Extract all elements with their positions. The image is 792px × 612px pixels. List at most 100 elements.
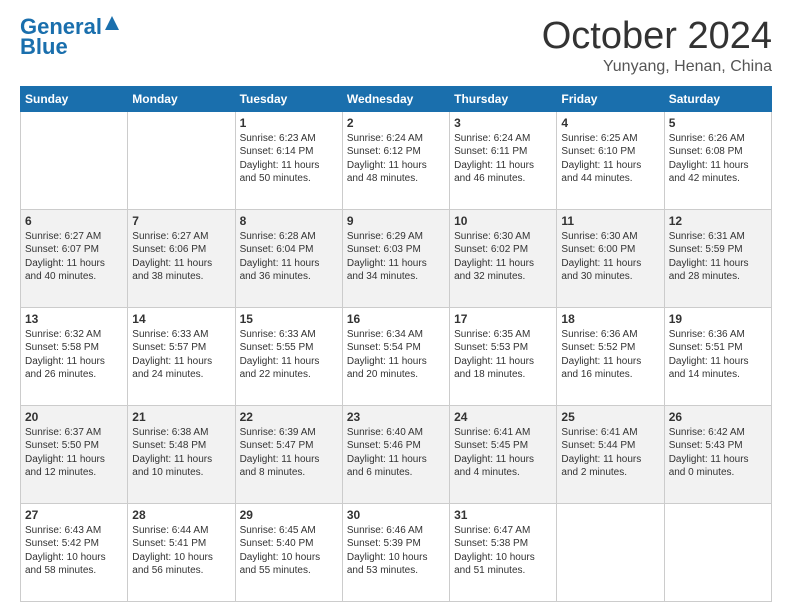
day-info: Sunrise: 6:30 AM Sunset: 6:00 PM Dayligh…	[561, 230, 659, 284]
day-info: Sunrise: 6:38 AM Sunset: 5:48 PM Dayligh…	[132, 426, 230, 480]
table-row: 4 Sunrise: 6:25 AM Sunset: 6:10 PM Daylig…	[557, 111, 664, 209]
logo-triangle-icon	[105, 16, 119, 35]
day-number: 8	[240, 214, 338, 228]
col-tuesday: Tuesday	[235, 86, 342, 111]
table-row: 13Sunrise: 6:32 AM Sunset: 5:58 PM Dayli…	[21, 307, 128, 405]
day-number: 21	[132, 410, 230, 424]
table-row: 5 Sunrise: 6:26 AM Sunset: 6:08 PM Daylig…	[664, 111, 771, 209]
day-number: 24	[454, 410, 552, 424]
table-row: 12 Sunrise: 6:31 AM Sunset: 5:59 PM Dayli…	[664, 209, 771, 307]
day-info: Sunrise: 6:42 AM Sunset: 5:43 PM Dayligh…	[669, 426, 767, 480]
day-info: Sunrise: 6:27 AM Sunset: 6:07 PM Dayligh…	[25, 230, 123, 284]
table-row: 6Sunrise: 6:27 AM Sunset: 6:07 PM Daylig…	[21, 209, 128, 307]
day-number: 27	[25, 508, 123, 522]
day-number: 25	[561, 410, 659, 424]
table-row: 15 Sunrise: 6:33 AM Sunset: 5:55 PM Dayli…	[235, 307, 342, 405]
day-number: 14	[132, 312, 230, 326]
day-info: Sunrise: 6:31 AM Sunset: 5:59 PM Dayligh…	[669, 230, 767, 284]
calendar-week-row: 13Sunrise: 6:32 AM Sunset: 5:58 PM Dayli…	[21, 307, 772, 405]
table-row	[557, 503, 664, 601]
calendar-week-row: 1Sunrise: 6:23 AM Sunset: 6:14 PM Daylig…	[21, 111, 772, 209]
day-info: Sunrise: 6:35 AM Sunset: 5:53 PM Dayligh…	[454, 328, 552, 382]
day-info: Sunrise: 6:26 AM Sunset: 6:08 PM Dayligh…	[669, 132, 767, 186]
day-number: 15	[240, 312, 338, 326]
table-row: 10 Sunrise: 6:30 AM Sunset: 6:02 PM Dayli…	[450, 209, 557, 307]
day-info: Sunrise: 6:44 AM Sunset: 5:41 PM Dayligh…	[132, 524, 230, 578]
col-monday: Monday	[128, 86, 235, 111]
calendar: Sunday Monday Tuesday Wednesday Thursday…	[20, 86, 772, 602]
day-info: Sunrise: 6:33 AM Sunset: 5:55 PM Dayligh…	[240, 328, 338, 382]
location-title: Yunyang, Henan, China	[542, 58, 772, 76]
col-thursday: Thursday	[450, 86, 557, 111]
day-number: 13	[25, 312, 123, 326]
day-info: Sunrise: 6:36 AM Sunset: 5:51 PM Dayligh…	[669, 328, 767, 382]
day-number: 26	[669, 410, 767, 424]
day-number: 19	[669, 312, 767, 326]
day-number: 7	[132, 214, 230, 228]
day-number: 10	[454, 214, 552, 228]
day-info: Sunrise: 6:47 AM Sunset: 5:38 PM Dayligh…	[454, 524, 552, 578]
day-info: Sunrise: 6:24 AM Sunset: 6:11 PM Dayligh…	[454, 132, 552, 186]
day-info: Sunrise: 6:24 AM Sunset: 6:12 PM Dayligh…	[347, 132, 445, 186]
day-info: Sunrise: 6:34 AM Sunset: 5:54 PM Dayligh…	[347, 328, 445, 382]
table-row: 30 Sunrise: 6:46 AM Sunset: 5:39 PM Dayli…	[342, 503, 449, 601]
table-row: 29Sunrise: 6:45 AM Sunset: 5:40 PM Dayli…	[235, 503, 342, 601]
table-row: 26 Sunrise: 6:42 AM Sunset: 5:43 PM Dayli…	[664, 405, 771, 503]
day-info: Sunrise: 6:41 AM Sunset: 5:45 PM Dayligh…	[454, 426, 552, 480]
calendar-week-row: 27 Sunrise: 6:43 AM Sunset: 5:42 PM Dayli…	[21, 503, 772, 601]
day-number: 23	[347, 410, 445, 424]
table-row: 8Sunrise: 6:28 AM Sunset: 6:04 PM Daylig…	[235, 209, 342, 307]
table-row: 23Sunrise: 6:40 AM Sunset: 5:46 PM Dayli…	[342, 405, 449, 503]
day-info: Sunrise: 6:39 AM Sunset: 5:47 PM Dayligh…	[240, 426, 338, 480]
day-info: Sunrise: 6:27 AM Sunset: 6:06 PM Dayligh…	[132, 230, 230, 284]
day-info: Sunrise: 6:46 AM Sunset: 5:39 PM Dayligh…	[347, 524, 445, 578]
day-info: Sunrise: 6:37 AM Sunset: 5:50 PM Dayligh…	[25, 426, 123, 480]
month-title: October 2024	[542, 16, 772, 58]
logo: General Blue	[20, 16, 119, 58]
day-number: 4	[561, 116, 659, 130]
day-number: 12	[669, 214, 767, 228]
logo-blue: Blue	[20, 36, 68, 58]
day-number: 17	[454, 312, 552, 326]
day-number: 2	[347, 116, 445, 130]
day-number: 16	[347, 312, 445, 326]
day-number: 31	[454, 508, 552, 522]
table-row: 20 Sunrise: 6:37 AM Sunset: 5:50 PM Dayli…	[21, 405, 128, 503]
day-number: 1	[240, 116, 338, 130]
table-row: 3 Sunrise: 6:24 AM Sunset: 6:11 PM Daylig…	[450, 111, 557, 209]
day-number: 3	[454, 116, 552, 130]
day-info: Sunrise: 6:29 AM Sunset: 6:03 PM Dayligh…	[347, 230, 445, 284]
table-row: 31 Sunrise: 6:47 AM Sunset: 5:38 PM Dayli…	[450, 503, 557, 601]
day-number: 20	[25, 410, 123, 424]
table-row: 24 Sunrise: 6:41 AM Sunset: 5:45 PM Dayli…	[450, 405, 557, 503]
table-row: 14Sunrise: 6:33 AM Sunset: 5:57 PM Dayli…	[128, 307, 235, 405]
calendar-header-row: Sunday Monday Tuesday Wednesday Thursday…	[21, 86, 772, 111]
table-row: 22 Sunrise: 6:39 AM Sunset: 5:47 PM Dayli…	[235, 405, 342, 503]
table-row: 18Sunrise: 6:36 AM Sunset: 5:52 PM Dayli…	[557, 307, 664, 405]
col-wednesday: Wednesday	[342, 86, 449, 111]
day-info: Sunrise: 6:25 AM Sunset: 6:10 PM Dayligh…	[561, 132, 659, 186]
day-number: 11	[561, 214, 659, 228]
table-row: 9 Sunrise: 6:29 AM Sunset: 6:03 PM Daylig…	[342, 209, 449, 307]
day-number: 28	[132, 508, 230, 522]
table-row: 1Sunrise: 6:23 AM Sunset: 6:14 PM Daylig…	[235, 111, 342, 209]
day-info: Sunrise: 6:43 AM Sunset: 5:42 PM Dayligh…	[25, 524, 123, 578]
table-row: 17 Sunrise: 6:35 AM Sunset: 5:53 PM Dayli…	[450, 307, 557, 405]
table-row: 7 Sunrise: 6:27 AM Sunset: 6:06 PM Daylig…	[128, 209, 235, 307]
col-sunday: Sunday	[21, 86, 128, 111]
day-info: Sunrise: 6:30 AM Sunset: 6:02 PM Dayligh…	[454, 230, 552, 284]
table-row: 11 Sunrise: 6:30 AM Sunset: 6:00 PM Dayli…	[557, 209, 664, 307]
calendar-week-row: 20 Sunrise: 6:37 AM Sunset: 5:50 PM Dayli…	[21, 405, 772, 503]
table-row: 16 Sunrise: 6:34 AM Sunset: 5:54 PM Dayli…	[342, 307, 449, 405]
day-number: 22	[240, 410, 338, 424]
day-number: 5	[669, 116, 767, 130]
header: General Blue October 2024 Yunyang, Henan…	[20, 16, 772, 76]
table-row	[21, 111, 128, 209]
day-number: 9	[347, 214, 445, 228]
page: General Blue October 2024 Yunyang, Henan…	[0, 0, 792, 612]
table-row: 2 Sunrise: 6:24 AM Sunset: 6:12 PM Daylig…	[342, 111, 449, 209]
calendar-week-row: 6Sunrise: 6:27 AM Sunset: 6:07 PM Daylig…	[21, 209, 772, 307]
table-row	[664, 503, 771, 601]
day-number: 30	[347, 508, 445, 522]
day-info: Sunrise: 6:41 AM Sunset: 5:44 PM Dayligh…	[561, 426, 659, 480]
